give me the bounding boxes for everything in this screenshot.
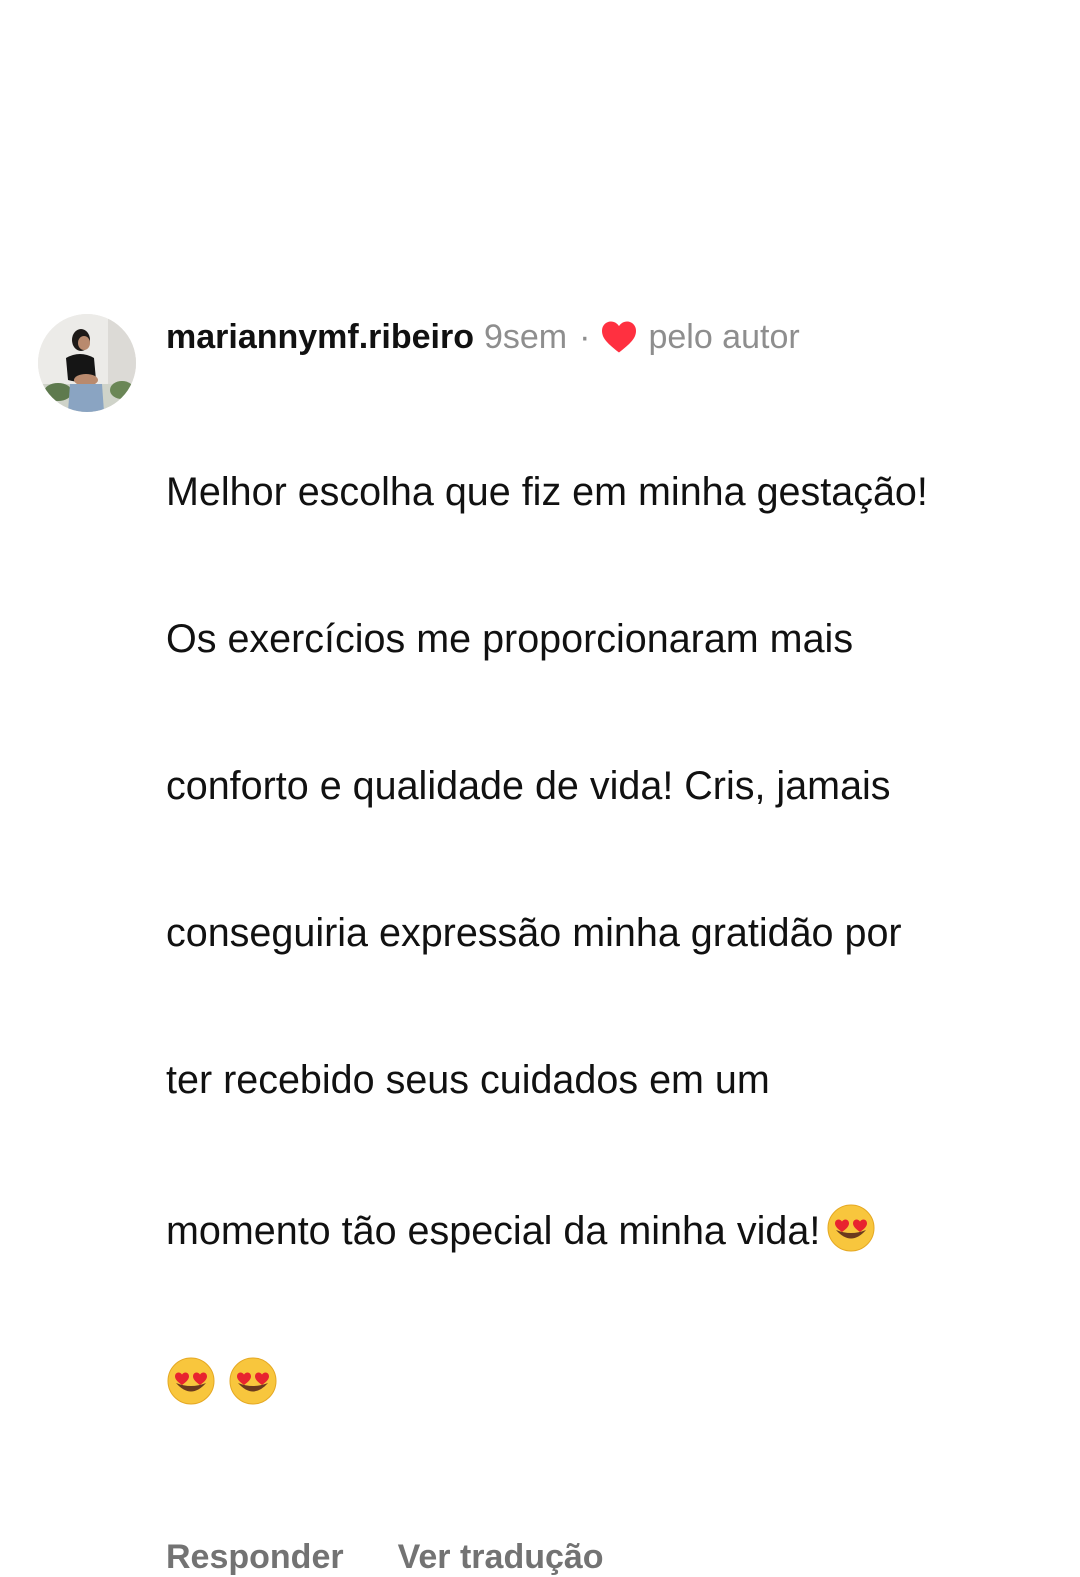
avatar[interactable]: [38, 314, 136, 412]
comment-text-line: momento tão especial da minha vida!: [166, 1209, 821, 1253]
comment-text-line: Os exercícios me proporcionaram mais: [166, 617, 854, 661]
comment-actions: Responder Ver tradução: [166, 1538, 1046, 1577]
separator: ·: [579, 318, 591, 356]
comment-text-line-last: momento tão especial da minha vida!: [166, 1203, 1046, 1256]
heart-icon: [600, 320, 638, 354]
heart-eyes-emoji-icon: [228, 1356, 278, 1406]
heart-eyes-emoji-icon: [166, 1356, 216, 1406]
heart-eyes-emoji-icon: [826, 1203, 876, 1253]
liked-by-author-label: pelo autor: [648, 318, 800, 356]
emoji-row: [166, 1356, 1046, 1406]
comment-body: mariannymf.ribeiro 9sem · pelo autor Mel…: [166, 314, 1046, 1577]
see-translation-button[interactable]: Ver tradução: [398, 1538, 604, 1577]
comment-text: Melhor escolha que fiz em minha gestação…: [166, 370, 1046, 1504]
avatar-photo: [38, 314, 136, 412]
username[interactable]: mariannymf.ribeiro: [166, 314, 474, 360]
comment-meta: mariannymf.ribeiro 9sem · pelo autor: [166, 314, 1046, 360]
reply-button[interactable]: Responder: [166, 1538, 344, 1577]
comment-text-line: conforto e qualidade de vida! Cris, jama…: [166, 764, 891, 808]
comment-text-line: ter recebido seus cuidados em um: [166, 1058, 770, 1102]
comment-text-line: Melhor escolha que fiz em minha gestação…: [166, 470, 928, 514]
comment-text-line: conseguiria expressão minha gratidão por: [166, 911, 902, 955]
comment-time: 9sem: [483, 318, 568, 356]
